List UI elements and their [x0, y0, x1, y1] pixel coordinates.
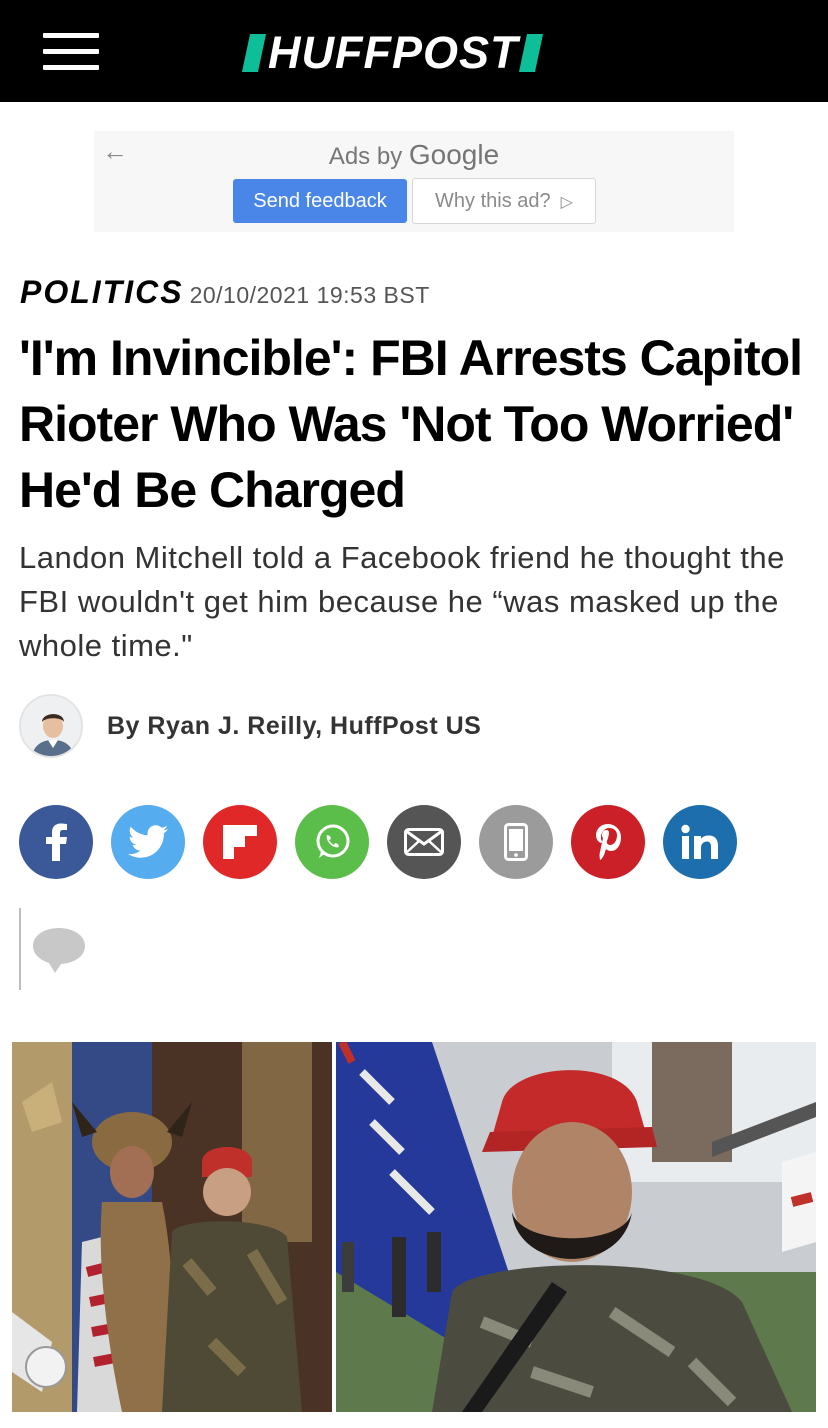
hamburger-menu-icon[interactable]	[43, 33, 99, 71]
flipboard-share-button[interactable]	[203, 805, 277, 879]
whatsapp-share-button[interactable]	[295, 805, 369, 879]
lead-image[interactable]	[12, 1042, 816, 1412]
whatsapp-icon	[316, 824, 350, 858]
article-headline: 'I'm Invincible': FBI Arrests Capitol Ri…	[19, 330, 803, 518]
section-link[interactable]: POLITICS	[20, 274, 184, 311]
play-outline-icon: ▷	[560, 193, 573, 211]
logo-bar-left	[241, 34, 267, 72]
pinterest-icon	[596, 824, 621, 860]
linkedin-share-button[interactable]	[663, 805, 737, 879]
pinterest-share-button[interactable]	[571, 805, 645, 879]
why-this-ad-label: Why this ad?	[435, 189, 551, 212]
send-feedback-button[interactable]: Send feedback	[233, 179, 407, 223]
ads-by-google-label: Ads by Google	[94, 139, 734, 171]
twitter-share-button[interactable]	[111, 805, 185, 879]
publish-date: 20/10/2021 19:53 BST	[189, 282, 430, 308]
why-this-ad-button[interactable]: Why this ad? ▷	[412, 178, 596, 224]
author-name[interactable]: By Ryan J. Reilly, HuffPost US	[107, 712, 481, 741]
share-bar	[19, 805, 755, 879]
flipboard-icon	[223, 825, 257, 859]
comments-toggle[interactable]	[19, 908, 99, 990]
author-avatar[interactable]	[19, 694, 83, 758]
mail-icon	[404, 828, 444, 856]
author-byline: By Ryan J. Reilly, HuffPost US	[19, 694, 481, 758]
logo-wordmark: HUFFPOST	[268, 27, 519, 78]
ad-container: ← Ads by Google Send feedback Why this a…	[94, 131, 734, 232]
email-share-button[interactable]	[387, 805, 461, 879]
facebook-share-button[interactable]	[19, 805, 93, 879]
article-meta: POLITICS 20/10/2021 19:53 BST	[20, 274, 430, 310]
facebook-icon	[46, 823, 67, 861]
huffpost-logo[interactable]: HUFFPOST	[241, 27, 543, 78]
logo-bar-right	[518, 34, 543, 72]
phone-icon	[504, 823, 528, 861]
top-navigation-bar: HUFFPOST	[0, 0, 828, 102]
comment-bubble-icon	[33, 928, 85, 973]
google-brand: Google	[408, 139, 500, 170]
linkedin-icon	[681, 824, 718, 859]
twitter-icon	[128, 825, 168, 858]
article-subheadline: Landon Mitchell told a Facebook friend h…	[19, 540, 785, 663]
ads-by-text: Ads by	[328, 143, 403, 170]
sms-share-button[interactable]	[479, 805, 553, 879]
